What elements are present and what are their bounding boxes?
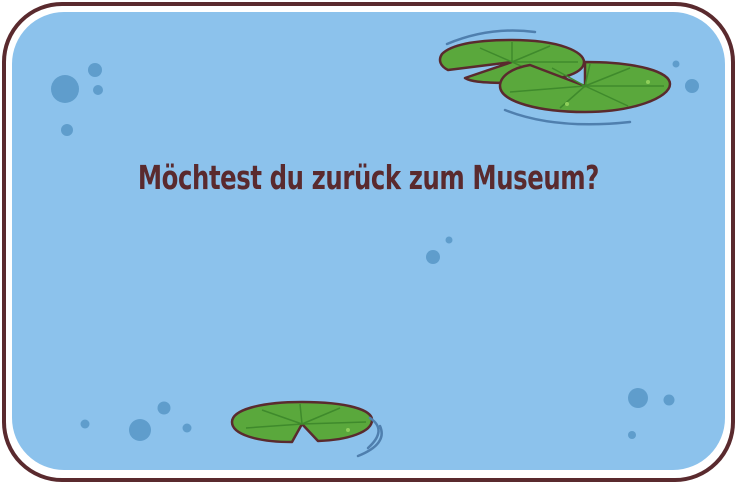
bubble-icon [51, 75, 79, 103]
bubble-icon [93, 85, 103, 95]
bubble-icon [426, 250, 440, 264]
bubble-icon [182, 423, 192, 433]
bubble-icon [628, 431, 636, 439]
bubble-icon [685, 79, 699, 93]
bubble-icon [61, 124, 73, 136]
lily-pad-icon [498, 60, 672, 114]
bubble-icon [663, 394, 675, 406]
bubble-icon [80, 419, 90, 429]
bubble-icon [445, 236, 453, 244]
bubble-icon [88, 63, 102, 77]
bubble-icon [129, 419, 151, 441]
bubble-icon [157, 401, 171, 415]
pond-background [2, 2, 735, 482]
dialog-question: Möchtest du zurück zum Museum? [137, 158, 600, 197]
pond-dialog: Möchtest du zurück zum Museum? [0, 0, 737, 484]
bubble-icon [672, 60, 680, 68]
bubble-icon [628, 388, 648, 408]
